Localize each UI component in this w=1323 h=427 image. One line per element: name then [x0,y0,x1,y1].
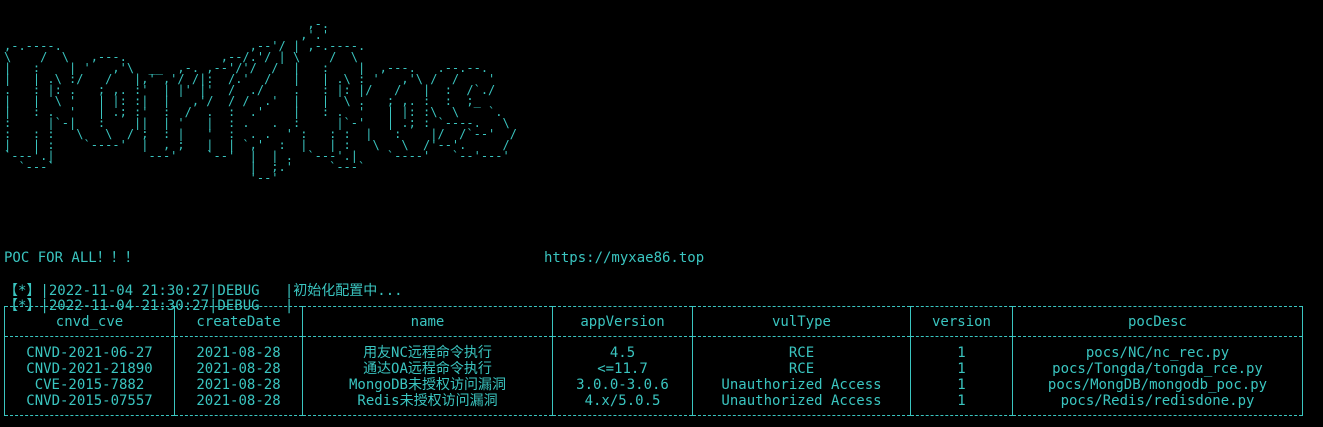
column-header-cnvd-cve: cnvd_cve [4,306,175,337]
cell-poc-desc: pocs/MongDB/mongodb_poc.py [1012,377,1303,393]
table-row: CNVD-2021-21890 2021-08-28 通达OA远程命令执行 <=… [4,361,1303,377]
cell-vul-type: Unauthorized Access [692,377,911,393]
column-header-vul-type: vulType [692,306,911,337]
cell-create-date: 2021-08-28 [174,361,303,377]
cell-version: 1 [910,393,1013,416]
table-row: CNVD-2015-07557 2021-08-28 Redis未授权访问漏洞 … [4,393,1303,416]
cell-create-date: 2021-08-28 [174,393,303,416]
tagline: POC FOR ALL！！！ [4,250,139,266]
cell-app-version: 3.0.0-3.0.6 [552,377,693,393]
cell-app-version: <=11.7 [552,361,693,377]
cell-vul-type: Unauthorized Access [692,393,911,416]
log-line: 【*】|2022-11-04 21:30:27|DEBUG |初始化配置中... [4,283,403,299]
cell-create-date: 2021-08-28 [174,336,303,361]
site-url: https://myxae86.top [544,250,705,266]
cell-create-date: 2021-08-28 [174,377,303,393]
terminal-window[interactable]: ,-. ,'.' ,-.----. ,--'/ | ,-.----. \ / \… [0,0,1323,427]
cell-name: 用友NC远程命令执行 [302,336,553,361]
column-header-create-date: createDate [174,306,303,337]
column-header-name: name [302,306,553,337]
cell-version: 1 [910,361,1013,377]
poc-table: cnvd_cve createDate name appVersion vulT… [4,306,1303,416]
cell-version: 1 [910,377,1013,393]
cell-name: 通达OA远程命令执行 [302,361,553,377]
ascii-art-banner: ,-. ,'.' ,-.----. ,--'/ | ,-.----. \ / \… [4,17,517,185]
table-header-row: cnvd_cve createDate name appVersion vulT… [4,306,1303,337]
table-row: CVE-2015-7882 2021-08-28 MongoDB未授权访问漏洞 … [4,377,1303,393]
poc-results-table: cnvd_cve createDate name appVersion vulT… [4,306,1303,416]
column-header-version: version [910,306,1013,337]
column-header-app-version: appVersion [552,306,693,337]
cell-cnvd-cve: CNVD-2015-07557 [4,393,175,416]
cell-name: Redis未授权访问漏洞 [302,393,553,416]
cell-cnvd-cve: CVE-2015-7882 [4,377,175,393]
cell-vul-type: RCE [692,361,911,377]
cell-poc-desc: pocs/Tongda/tongda_rce.py [1012,361,1303,377]
cell-cnvd-cve: CNVD-2021-06-27 [4,336,175,361]
table-row: CNVD-2021-06-27 2021-08-28 用友NC远程命令执行 4.… [4,336,1303,361]
cell-vul-type: RCE [692,336,911,361]
cell-app-version: 4.x/5.0.5 [552,393,693,416]
cell-app-version: 4.5 [552,336,693,361]
cell-version: 1 [910,336,1013,361]
cell-cnvd-cve: CNVD-2021-21890 [4,361,175,377]
cell-poc-desc: pocs/Redis/redisdone.py [1012,393,1303,416]
cell-poc-desc: pocs/NC/nc_rec.py [1012,336,1303,361]
column-header-poc-desc: pocDesc [1012,306,1303,337]
cell-name: MongoDB未授权访问漏洞 [302,377,553,393]
